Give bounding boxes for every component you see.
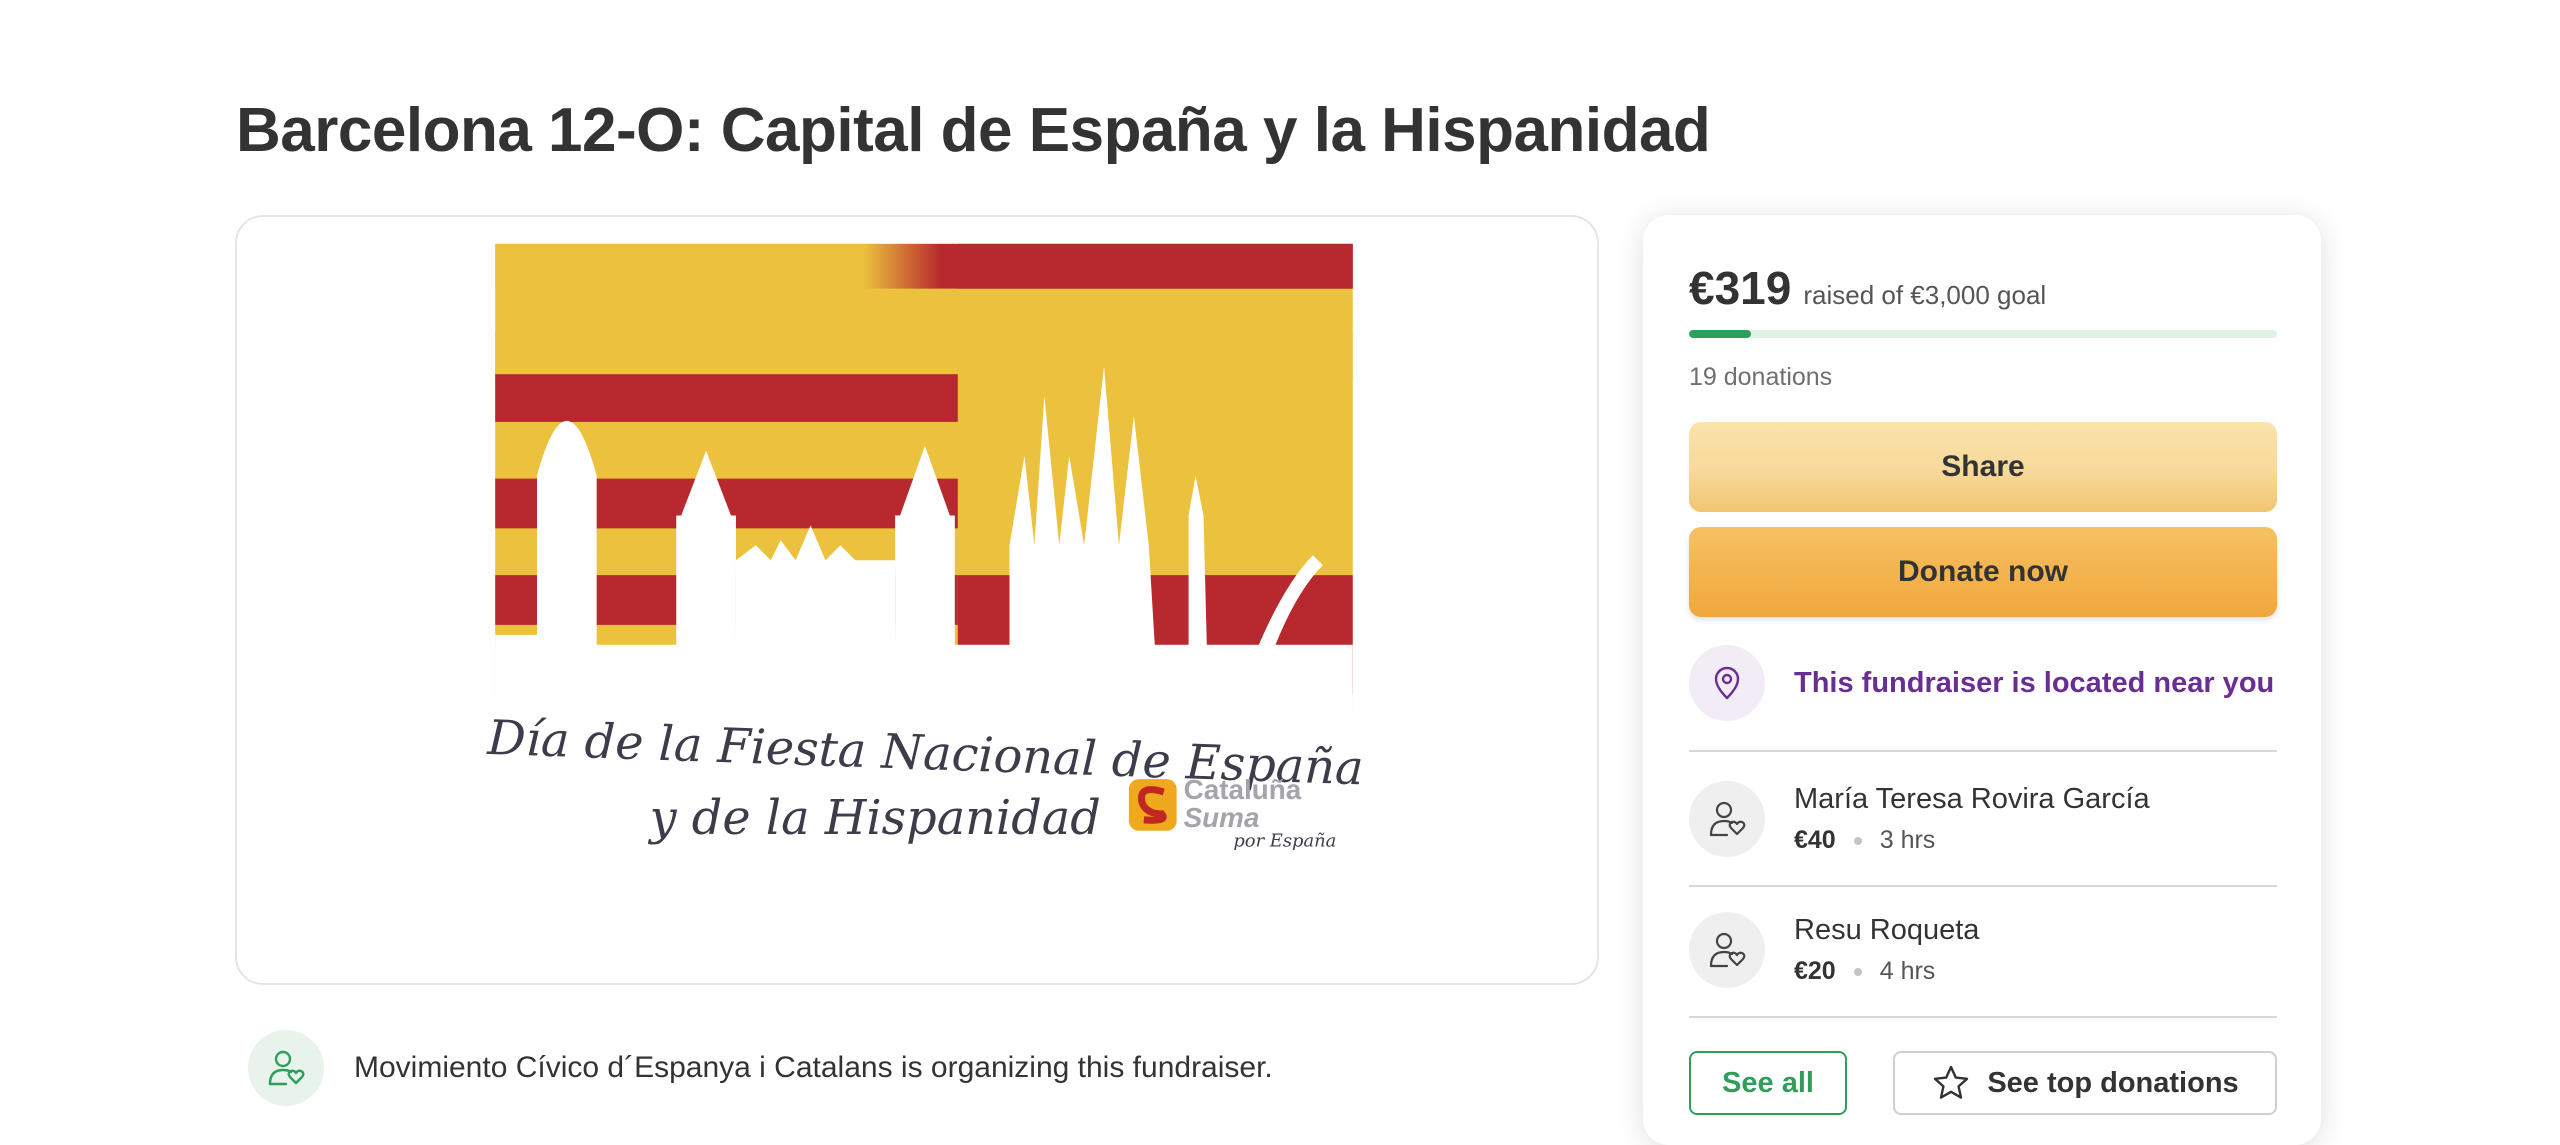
organizer-text: Movimiento Cívico d´Espanya i Catalans i… bbox=[354, 1051, 1273, 1084]
progress-bar bbox=[1689, 330, 2277, 338]
star-icon bbox=[1934, 1065, 1969, 1099]
donation-time: 3 hrs bbox=[1879, 826, 1936, 854]
logo-text-line1: Cataluña bbox=[1184, 774, 1302, 805]
campaign-image: Día de la Fiesta Nacional de España y de… bbox=[486, 243, 1364, 974]
share-button[interactable]: Share bbox=[1689, 422, 2277, 512]
person-heart-icon bbox=[1689, 912, 1765, 988]
see-top-donations-button[interactable]: See top donations bbox=[1893, 1051, 2277, 1115]
location-text: This fundraiser is located near you bbox=[1794, 666, 2275, 699]
person-heart-icon bbox=[1689, 781, 1765, 857]
logo-text-line2: Suma bbox=[1184, 802, 1260, 833]
page-title: Barcelona 12-O: Capital de España y la H… bbox=[236, 96, 1711, 165]
donation-item: Resu Roqueta €20 4 hrs bbox=[1689, 900, 1979, 1000]
goal-text: raised of €3,000 goal bbox=[1803, 280, 2047, 310]
campaign-media[interactable]: Día de la Fiesta Nacional de España y de… bbox=[235, 215, 1599, 985]
divider bbox=[1689, 1016, 2277, 1018]
separator-dot bbox=[1853, 836, 1862, 845]
organizer-row[interactable]: Movimiento Cívico d´Espanya i Catalans i… bbox=[248, 1028, 1273, 1108]
donation-count: 19 donations bbox=[1689, 363, 1833, 391]
see-top-donations-label: See top donations bbox=[1987, 1066, 2239, 1099]
map-pin-icon bbox=[1689, 645, 1765, 721]
donation-time: 4 hrs bbox=[1879, 957, 1936, 985]
divider bbox=[1689, 750, 2277, 752]
amount-summary: €319 raised of €3,000 goal bbox=[1689, 261, 2046, 315]
logo-text-line3: por España bbox=[1233, 831, 1336, 852]
donation-sidebar: €319 raised of €3,000 goal 19 donations … bbox=[1643, 215, 2321, 1145]
donation-amount: €40 bbox=[1794, 826, 1836, 854]
amount-raised: €319 bbox=[1689, 262, 1792, 314]
progress-fill bbox=[1689, 330, 1752, 338]
person-heart-icon bbox=[248, 1030, 324, 1106]
image-caption-line2: y de la Hispanidad bbox=[648, 791, 1101, 846]
donation-amount: €20 bbox=[1794, 957, 1836, 985]
separator-dot bbox=[1853, 967, 1862, 976]
donation-item: María Teresa Rovira García €40 3 hrs bbox=[1689, 769, 2150, 869]
see-all-button[interactable]: See all bbox=[1689, 1051, 1847, 1115]
donate-now-button[interactable]: Donate now bbox=[1689, 527, 2277, 617]
divider bbox=[1689, 885, 2277, 887]
donor-name: María Teresa Rovira García bbox=[1794, 783, 2150, 815]
location-notice: This fundraiser is located near you bbox=[1689, 645, 2274, 721]
donor-name: Resu Roqueta bbox=[1794, 914, 1980, 946]
